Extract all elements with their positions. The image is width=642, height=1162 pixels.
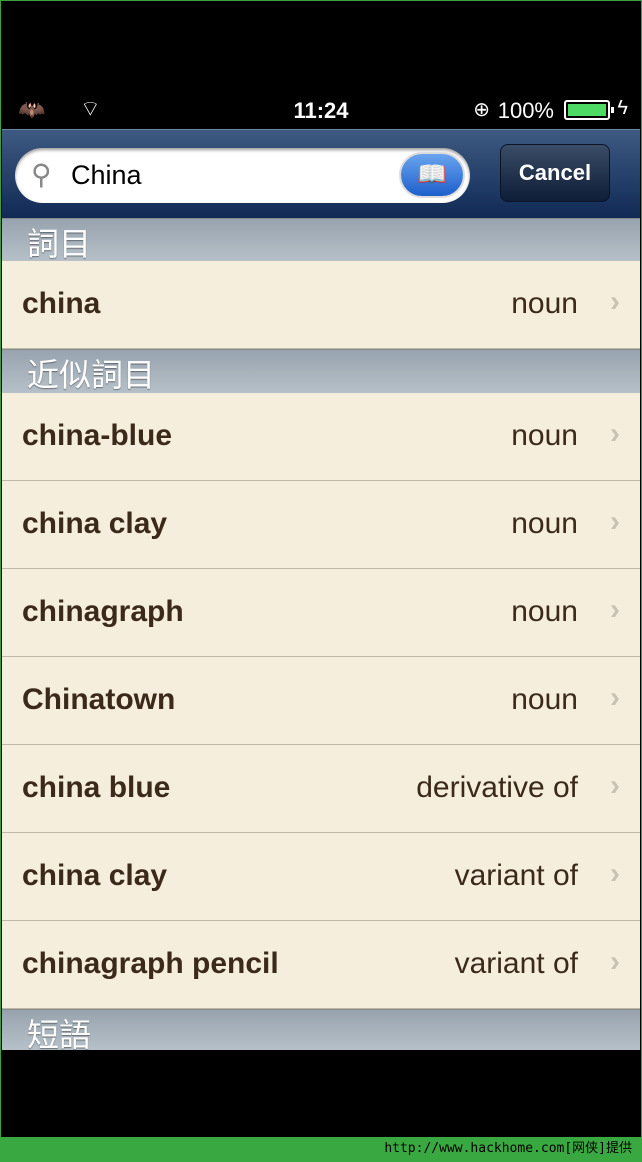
section-header: 詞目 bbox=[2, 218, 640, 262]
section-header: 短語 bbox=[2, 1009, 640, 1053]
search-icon: ⚲ bbox=[31, 159, 52, 190]
list-item[interactable]: chinagraph noun › bbox=[2, 569, 640, 657]
entry-word: Chinatown bbox=[22, 683, 176, 716]
status-bar: 🦇 ⌔ 11:24 ⊕ 100% ϟ bbox=[2, 91, 640, 129]
list-item[interactable]: china clay variant of › bbox=[2, 833, 640, 921]
list-item[interactable]: china noun › bbox=[2, 261, 640, 349]
entry-word: china bbox=[22, 287, 101, 320]
search-input[interactable] bbox=[71, 156, 391, 194]
entry-word: china-blue bbox=[22, 419, 173, 452]
list-item[interactable]: chinagraph pencil variant of › bbox=[2, 921, 640, 1009]
chevron-right-icon: › bbox=[610, 769, 620, 802]
search-field[interactable]: ⚲ 📖 bbox=[15, 148, 470, 203]
entry-type: noun bbox=[511, 507, 578, 540]
list-item[interactable]: china-blue noun › bbox=[2, 393, 640, 481]
chevron-right-icon: › bbox=[610, 593, 620, 626]
entry-type: noun bbox=[511, 595, 578, 628]
entry-type: noun bbox=[511, 287, 578, 320]
search-bar: ⚲ 📖 Cancel bbox=[2, 129, 640, 218]
screen: 🦇 ⌔ 11:24 ⊕ 100% ϟ ⚲ 📖 Cancel 詞目 china n… bbox=[0, 0, 642, 1137]
list-item[interactable]: china clay noun › bbox=[2, 481, 640, 569]
chevron-right-icon: › bbox=[610, 945, 620, 978]
entry-word: chinagraph bbox=[22, 595, 184, 628]
list-item[interactable]: Chinatown noun › bbox=[2, 657, 640, 745]
battery-icon bbox=[564, 100, 614, 120]
entry-word: china clay bbox=[22, 507, 168, 540]
chevron-right-icon: › bbox=[610, 681, 620, 714]
list-item[interactable]: china blue derivative of › bbox=[2, 745, 640, 833]
cancel-button[interactable]: Cancel bbox=[500, 144, 610, 202]
entry-type: noun bbox=[511, 683, 578, 716]
battery-percent: 100% bbox=[497, 98, 554, 123]
bolt-icon: ϟ bbox=[617, 97, 628, 119]
rotation-lock-icon: ⊕ bbox=[473, 99, 490, 121]
watermark: http://www.hackhome.com[网侠]提供 bbox=[0, 1137, 642, 1162]
chevron-right-icon: › bbox=[610, 505, 620, 538]
chevron-right-icon: › bbox=[610, 285, 620, 318]
chevron-right-icon: › bbox=[610, 417, 620, 450]
section-header: 近似詞目 bbox=[2, 349, 640, 393]
entry-type: noun bbox=[511, 419, 578, 452]
entry-type: variant of bbox=[454, 947, 578, 980]
entry-word: chinagraph pencil bbox=[22, 947, 279, 980]
entry-type: derivative of bbox=[416, 771, 578, 804]
book-icon[interactable]: 📖 bbox=[399, 152, 465, 198]
chevron-right-icon: › bbox=[610, 857, 620, 890]
entry-word: china clay bbox=[22, 859, 168, 892]
entry-word: china blue bbox=[22, 771, 171, 804]
entry-type: variant of bbox=[454, 859, 578, 892]
